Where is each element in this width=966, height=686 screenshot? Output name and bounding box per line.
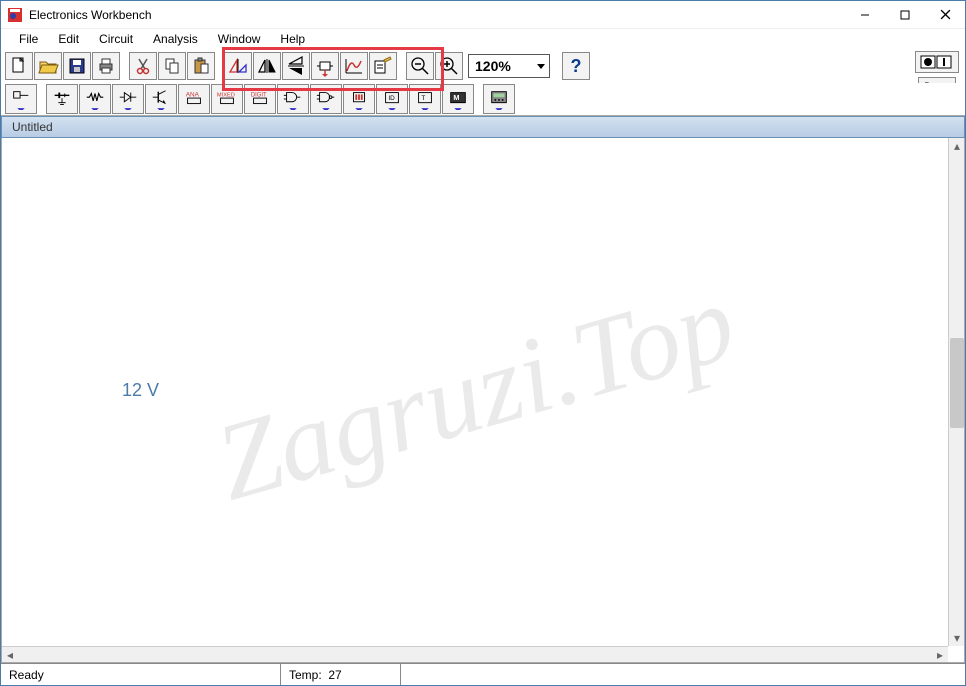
menu-file[interactable]: File [9,30,48,48]
zoom-out-button[interactable] [406,52,434,80]
scroll-down-icon[interactable]: ▾ [949,630,965,646]
digital-ics-button[interactable]: DIGIT [244,84,276,114]
component-props-button[interactable] [369,52,397,80]
diodes-button[interactable] [112,84,144,114]
wire-tool-button[interactable] [5,84,37,114]
flip-v-button[interactable] [282,52,310,80]
transistors-button[interactable] [145,84,177,114]
analysis-graph-button[interactable] [340,52,368,80]
misc-button[interactable]: T [409,84,441,114]
scroll-right-icon[interactable]: ▸ [932,647,948,663]
vertical-scrollbar[interactable]: ▴ ▾ [948,138,964,646]
controls-button[interactable]: ID [376,84,408,114]
paste-button[interactable] [187,52,215,80]
window-title: Electronics Workbench [29,8,845,22]
status-spacer [401,664,965,685]
svg-text:MIXED: MIXED [217,92,235,98]
subcircuit-button[interactable] [311,52,339,80]
svg-text:ID: ID [388,95,395,102]
logic-gates-button[interactable] [277,84,309,114]
flip-h-button[interactable] [253,52,281,80]
status-temp: Temp: 27 [281,664,401,685]
indicators-button[interactable] [343,84,375,114]
basic-button[interactable] [79,84,111,114]
save-button[interactable] [63,52,91,80]
zoom-in-button[interactable] [435,52,463,80]
rotate-button[interactable] [224,52,252,80]
scroll-left-icon[interactable]: ◂ [2,647,18,663]
menu-help[interactable]: Help [270,30,315,48]
svg-text:ANA: ANA [186,91,200,98]
help-button[interactable]: ? [562,52,590,80]
menu-window[interactable]: Window [208,30,271,48]
statusbar: Ready Temp: 27 [1,663,965,685]
svg-text:DIGIT: DIGIT [251,92,267,98]
print-button[interactable] [92,52,120,80]
svg-text:M: M [453,93,459,102]
cut-button[interactable] [129,52,157,80]
document-title: Untitled [12,120,53,134]
simulate-switch[interactable] [915,51,959,73]
maximize-button[interactable] [885,1,925,28]
horizontal-scrollbar[interactable]: ◂ ▸ [2,646,948,662]
minimize-button[interactable] [845,1,885,28]
app-icon [7,7,23,23]
components-toolbar: ANA MIXED DIGIT ID T M [1,83,965,115]
workspace: Untitled Zagruzi.Top 12 V ▴ ▾ ◂ ▸ [1,115,965,663]
meters-button[interactable] [483,84,515,114]
menu-edit[interactable]: Edit [48,30,89,48]
menu-circuit[interactable]: Circuit [89,30,143,48]
instruments-button[interactable]: M [442,84,474,114]
menubar: File Edit Circuit Analysis Window Help [1,29,965,49]
chevron-down-icon [537,64,545,69]
menu-analysis[interactable]: Analysis [143,30,208,48]
svg-text:T: T [421,95,425,102]
analog-ics-button[interactable]: ANA [178,84,210,114]
zoom-value: 120% [475,58,511,74]
open-file-button[interactable] [34,52,62,80]
scroll-thumb[interactable] [950,338,964,428]
copy-button[interactable] [158,52,186,80]
mixed-ics-button[interactable]: MIXED [211,84,243,114]
zoom-select[interactable]: 120% [468,54,550,78]
status-ready: Ready [1,664,281,685]
voltage-label[interactable]: 12 V [122,380,159,401]
circuit-canvas[interactable]: Zagruzi.Top 12 V [2,138,948,646]
scroll-up-icon[interactable]: ▴ [949,138,965,154]
digital-button[interactable] [310,84,342,114]
new-file-button[interactable] [5,52,33,80]
sources-button[interactable] [46,84,78,114]
document-titlebar[interactable]: Untitled [1,116,965,138]
window-titlebar: Electronics Workbench [1,1,965,29]
main-toolbar: 120% ? Pause [1,49,965,83]
close-button[interactable] [925,1,965,28]
